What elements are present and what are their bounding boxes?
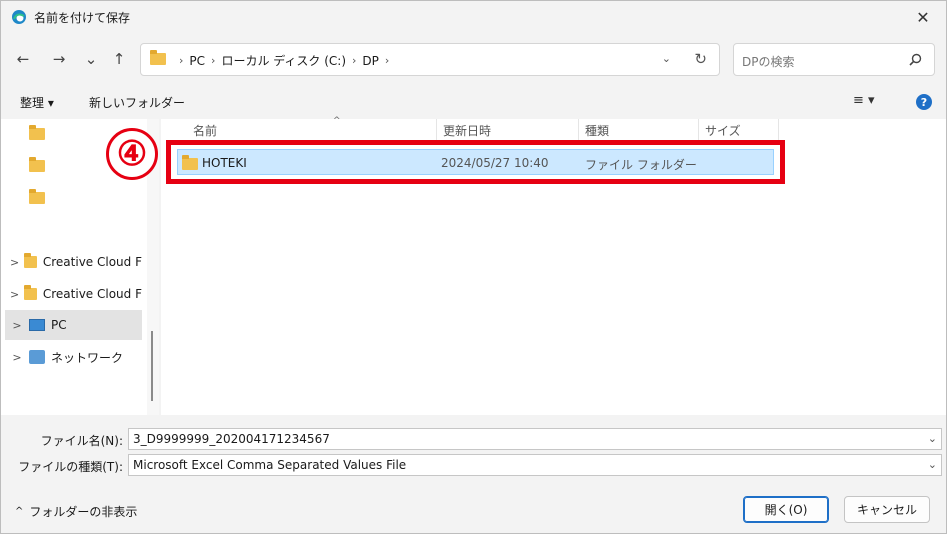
recent-locations-button[interactable]: ⌄: [77, 45, 105, 73]
sidebar-item-pc[interactable]: > PC: [5, 310, 142, 340]
new-folder-button[interactable]: 新しいフォルダー: [89, 94, 185, 111]
cancel-button[interactable]: キャンセル: [844, 496, 930, 523]
folder-icon: [29, 189, 45, 204]
folder-icon: [150, 50, 166, 65]
chevron-right-icon: ›: [179, 54, 184, 67]
folder-icon: [29, 157, 45, 172]
breadcrumb: › PC › ローカル ディスク (C:) › DP ›: [173, 52, 395, 69]
column-header-size[interactable]: サイズ: [699, 119, 779, 141]
column-header-type[interactable]: 種類: [579, 119, 699, 141]
edge-browser-icon: [12, 10, 26, 24]
hide-folders-button[interactable]: ^ フォルダーの非表示: [15, 503, 137, 520]
sidebar-item-network[interactable]: > ネットワーク: [5, 342, 142, 372]
command-bar: 整理 ▾ 新しいフォルダー ≡ ▾ ?: [1, 85, 946, 119]
chevron-up-icon: ^: [15, 506, 24, 517]
address-dropdown-icon[interactable]: ⌄: [662, 52, 671, 65]
chevron-down-icon[interactable]: ⌄: [928, 432, 937, 445]
sidebar-item-creative-cloud[interactable]: > Creative Cloud F: [5, 279, 142, 309]
chevron-right-icon[interactable]: >: [5, 351, 29, 364]
save-options: ファイル名(N): 3_D9999999_202004171234567 ⌄ フ…: [1, 415, 946, 533]
breadcrumb-item-dp[interactable]: DP: [362, 54, 378, 68]
view-options-icon[interactable]: ≡ ▾: [853, 93, 875, 108]
forward-arrow-icon: →: [52, 50, 66, 68]
pc-icon: [29, 319, 45, 331]
filename-value: 3_D9999999_202004171234567: [133, 432, 330, 446]
filename-field[interactable]: 3_D9999999_202004171234567 ⌄: [128, 428, 942, 450]
breadcrumb-item-pc[interactable]: PC: [189, 54, 205, 68]
sidebar-item-label: Creative Cloud F: [42, 287, 142, 301]
step-number-badge: ④: [106, 128, 158, 180]
column-header-modified[interactable]: 更新日時: [437, 119, 579, 141]
chevron-down-icon: ⌄: [84, 50, 98, 68]
filename-label: ファイル名(N):: [40, 434, 123, 448]
address-bar[interactable]: › PC › ローカル ディスク (C:) › DP › ⌄ ↻: [140, 43, 720, 76]
sidebar-item-folder[interactable]: [5, 183, 142, 213]
open-button[interactable]: 開く(O): [743, 496, 829, 523]
filetype-select[interactable]: Microsoft Excel Comma Separated Values F…: [128, 454, 942, 476]
chevron-right-icon[interactable]: >: [5, 288, 24, 301]
organize-button[interactable]: 整理 ▾: [20, 94, 54, 111]
chevron-right-icon[interactable]: >: [5, 256, 24, 269]
chevron-right-icon: ›: [352, 54, 357, 67]
sidebar-item-label: PC: [51, 318, 67, 332]
search-placeholder: DPの検索: [742, 55, 795, 69]
chevron-right-icon[interactable]: >: [5, 319, 29, 332]
sidebar-item-creative-cloud[interactable]: > Creative Cloud F: [5, 247, 142, 277]
up-button[interactable]: ↑: [105, 45, 133, 73]
back-button[interactable]: ←: [9, 45, 37, 73]
help-icon[interactable]: ?: [916, 94, 932, 110]
breadcrumb-item-local-disk[interactable]: ローカル ディスク (C:): [221, 52, 346, 69]
back-arrow-icon: ←: [16, 50, 30, 68]
sidebar-item-label: Creative Cloud F: [42, 255, 142, 269]
sidebar-item-label: ネットワーク: [51, 350, 124, 365]
close-icon: ✕: [916, 7, 930, 27]
chevron-right-icon[interactable]: ›: [385, 54, 389, 67]
search-box[interactable]: DPの検索: [733, 43, 935, 76]
chevron-right-icon: ›: [211, 54, 216, 67]
close-button[interactable]: ✕: [900, 1, 946, 33]
sort-ascending-icon: ^: [333, 116, 341, 126]
title-bar: 名前を付けて保存 ✕: [1, 1, 946, 33]
scrollbar-thumb[interactable]: [151, 331, 153, 401]
chevron-down-icon[interactable]: ⌄: [928, 458, 937, 471]
filetype-label: ファイルの種類(T):: [18, 460, 123, 474]
up-arrow-icon: ↑: [112, 50, 126, 68]
window-title: 名前を付けて保存: [34, 11, 131, 25]
filetype-value: Microsoft Excel Comma Separated Values F…: [133, 458, 407, 472]
folder-icon: [24, 253, 37, 268]
column-header-name[interactable]: 名前 ^: [187, 116, 437, 141]
folder-icon: [29, 125, 45, 140]
navigation-bar: ← → ⌄ ↑ › PC › ローカル ディスク (C:) › DP › ⌄ ↻…: [1, 33, 946, 85]
network-icon: [29, 350, 45, 364]
forward-button[interactable]: →: [45, 45, 73, 73]
highlight-annotation: [166, 140, 785, 184]
refresh-icon[interactable]: ↻: [694, 50, 707, 68]
folder-icon: [24, 285, 37, 300]
save-as-dialog: 名前を付けて保存 ✕ ← → ⌄ ↑ › PC › ローカル ディスク (C:)…: [0, 0, 947, 534]
hide-folders-label: フォルダーの非表示: [29, 505, 138, 519]
search-icon[interactable]: [909, 53, 922, 66]
